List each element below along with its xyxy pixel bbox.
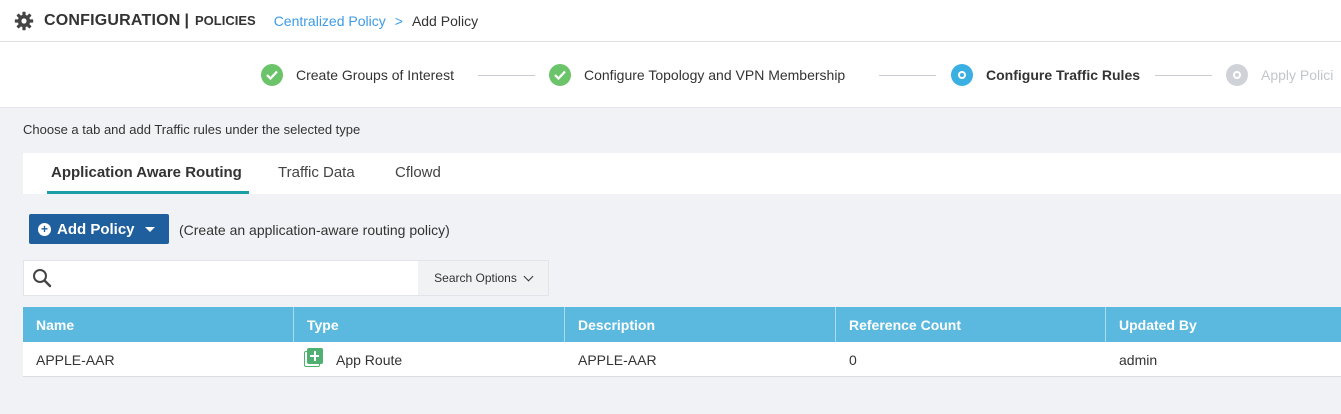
step-connector [1155,75,1212,76]
cell-updated-by: admin [1119,351,1158,368]
step-label: Apply Polici [1261,67,1334,83]
add-policy-label: Add Policy [57,220,135,238]
step-label: Create Groups of Interest [296,67,454,83]
step-configure-topology[interactable]: Configure Topology and VPN Membership [549,64,845,86]
cell-name: APPLE-AAR [36,351,115,368]
step-configure-traffic-rules[interactable]: Configure Traffic Rules [951,64,1140,86]
cell-description: APPLE-AAR [578,351,657,368]
title-separator: | [184,11,189,29]
tab-traffic-data[interactable]: Traffic Data [278,164,355,181]
active-tab-underline [47,191,249,194]
step-connector [879,75,936,76]
check-icon [261,64,283,86]
chevron-down-icon [523,271,534,281]
caret-down-icon [144,226,155,232]
wizard-steps: Create Groups of Interest Configure Topo… [0,42,1341,108]
search-icon [24,261,60,295]
search-input[interactable] [60,261,418,295]
column-header-updated-by[interactable]: Updated By [1106,307,1341,342]
check-icon [549,64,571,86]
page-header: CONFIGURATION | POLICIES Centralized Pol… [0,0,1341,42]
tab-application-aware-routing[interactable]: Application Aware Routing [51,164,242,181]
table-row[interactable]: APPLE-AAR App Route APPLE-AAR 0 admin [23,342,1341,377]
breadcrumb-centralized-policy[interactable]: Centralized Policy [274,13,386,29]
breadcrumb-current: Add Policy [411,12,479,29]
gear-icon [14,11,34,31]
instruction-text: Choose a tab and add Traffic rules under… [23,122,361,137]
cell-type-label: App Route [336,351,403,368]
policy-type-tabs: Application Aware Routing Traffic Data C… [23,153,1341,194]
step-connector [478,75,535,76]
tab-cflowd[interactable]: Cflowd [395,164,441,181]
cell-reference-count: 0 [849,351,857,368]
pending-step-icon [1226,64,1248,86]
search-options-button[interactable]: Search Options [418,261,548,295]
step-apply-policies[interactable]: Apply Polici [1226,64,1333,86]
column-header-type[interactable]: Type [294,307,565,342]
page-subtitle: POLICIES [195,13,256,28]
plus-circle-icon: + [38,222,51,236]
add-policy-hint: (Create an application-aware routing pol… [179,222,450,238]
add-policy-button[interactable]: + Add Policy [29,214,169,244]
active-step-icon [951,64,973,86]
column-header-name[interactable]: Name [23,307,294,342]
page-title: CONFIGURATION [44,11,181,29]
breadcrumb-arrow: > [394,12,403,29]
search-bar: Search Options [23,260,549,296]
search-options-label: Search Options [434,271,517,285]
step-create-groups[interactable]: Create Groups of Interest [261,64,454,86]
column-header-reference-count[interactable]: Reference Count [836,307,1106,342]
column-header-description[interactable]: Description [565,307,836,342]
step-label: Configure Topology and VPN Membership [584,67,846,83]
table-header: Name Type Description Reference Count Up… [23,307,1341,342]
policy-table: Name Type Description Reference Count Up… [23,307,1341,377]
cell-type: App Route [294,342,565,377]
step-label: Configure Traffic Rules [986,67,1141,83]
app-route-icon [304,347,323,367]
